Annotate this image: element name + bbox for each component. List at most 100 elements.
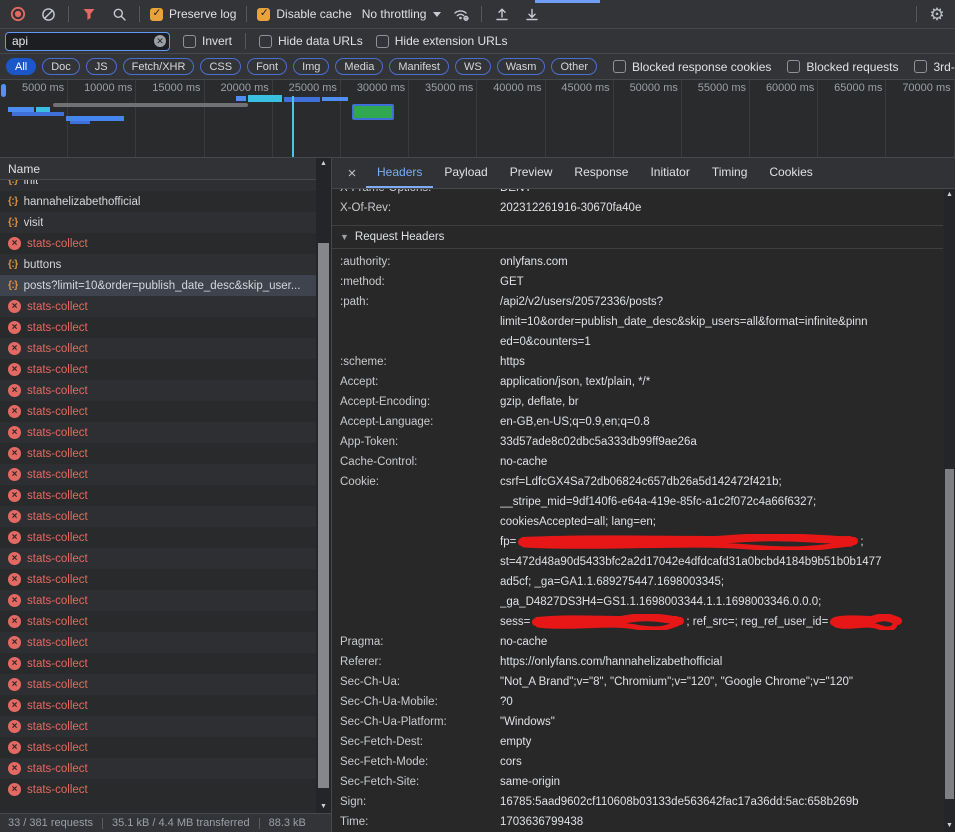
export-har-icon[interactable]	[522, 4, 542, 24]
request-row[interactable]: {:}buttons	[0, 254, 316, 275]
invert-checkbox[interactable]: Invert	[183, 34, 232, 48]
hide-data-urls-checkbox[interactable]: Hide data URLs	[259, 34, 363, 48]
chip-css[interactable]: CSS	[200, 58, 241, 75]
request-row[interactable]: ×stats-collect	[0, 611, 316, 632]
request-row[interactable]: ×stats-collect	[0, 674, 316, 695]
network-overview[interactable]: 5000 ms10000 ms15000 ms20000 ms25000 ms3…	[0, 80, 955, 158]
disable-cache-checkbox[interactable]: Disable cache	[257, 7, 351, 21]
header-row: Cache-Control:no-cache	[332, 452, 943, 472]
close-details-icon[interactable]: ×	[338, 158, 366, 188]
request-row[interactable]: ×stats-collect	[0, 779, 316, 800]
name-column-header[interactable]: Name	[0, 158, 331, 180]
request-row[interactable]: ×stats-collect	[0, 443, 316, 464]
search-icon[interactable]	[109, 4, 129, 24]
tab-preview[interactable]: Preview	[499, 158, 564, 188]
request-row[interactable]: ×stats-collect	[0, 338, 316, 359]
chip-font[interactable]: Font	[247, 58, 287, 75]
filter-input[interactable]	[5, 32, 170, 51]
header-row: Pragma:no-cache	[332, 632, 943, 652]
checkbox-3rd-party-requests[interactable]: 3rd-party requests	[914, 60, 955, 74]
hide-extension-urls-checkbox[interactable]: Hide extension URLs	[376, 34, 508, 48]
request-row[interactable]: × stats-collect	[0, 695, 316, 716]
tab-cookies[interactable]: Cookies	[758, 158, 823, 188]
checkbox-blocked-requests[interactable]: Blocked requests	[787, 60, 898, 74]
request-row[interactable]: ×stats-collect	[0, 737, 316, 758]
chip-manifest[interactable]: Manifest	[389, 58, 449, 75]
request-name: hannahelizabethofficial	[24, 196, 141, 208]
request-name: stats-collect	[27, 301, 88, 313]
request-row[interactable]: ×stats-collect	[0, 422, 316, 443]
redaction-scribble	[830, 614, 902, 630]
request-row[interactable]: ×stats-collect	[0, 632, 316, 653]
error-icon: ×	[8, 741, 21, 754]
request-row[interactable]: ×stats-collect	[0, 653, 316, 674]
settings-gear-icon[interactable]: ⚙	[927, 4, 947, 24]
selected-range-handle[interactable]	[1, 84, 6, 97]
tab-headers[interactable]: Headers	[366, 158, 433, 188]
chip-js[interactable]: JS	[86, 58, 117, 75]
request-row[interactable]: {:}init	[0, 180, 316, 191]
request-row[interactable]: ×stats-collect	[0, 401, 316, 422]
details-scrollbar[interactable]: ▲ ▼	[944, 189, 955, 832]
tab-initiator[interactable]: Initiator	[639, 158, 700, 188]
request-row[interactable]: ×stats-collect	[0, 716, 316, 737]
request-list-scrollbar[interactable]: ▲ ▼	[316, 158, 331, 813]
chip-media[interactable]: Media	[335, 58, 383, 75]
tab-timing[interactable]: Timing	[701, 158, 759, 188]
error-icon: ×	[8, 699, 21, 712]
chip-all[interactable]: All	[6, 58, 36, 75]
request-row[interactable]: {:}hannahelizabethofficial	[0, 191, 316, 212]
header-value: onlyfans.com	[500, 252, 943, 272]
request-row[interactable]: {:}posts?limit=10&order=publish_date_des…	[0, 275, 316, 296]
request-row[interactable]: {:}visit	[0, 212, 316, 233]
chip-doc[interactable]: Doc	[42, 58, 80, 75]
network-conditions-icon[interactable]	[451, 4, 471, 24]
chip-ws[interactable]: WS	[455, 58, 491, 75]
request-row[interactable]: ×stats-collect	[0, 296, 316, 317]
request-row[interactable]: ×stats-collect	[0, 590, 316, 611]
request-name: stats-collect	[27, 784, 88, 796]
request-row[interactable]: ×stats-collect	[0, 317, 316, 338]
scroll-down-icon[interactable]: ▼	[320, 801, 327, 813]
chip-img[interactable]: Img	[293, 58, 329, 75]
throttling-dropdown[interactable]: No throttling	[362, 7, 442, 21]
scroll-down-icon[interactable]: ▼	[946, 820, 953, 832]
import-har-icon[interactable]	[492, 4, 512, 24]
preserve-log-checkbox[interactable]: Preserve log	[150, 7, 236, 21]
record-button[interactable]	[8, 4, 28, 24]
checkbox-blocked-response-cookies[interactable]: Blocked response cookies	[613, 60, 771, 74]
request-row[interactable]: ×stats-collect	[0, 506, 316, 527]
request-headers-section[interactable]: ▼ Request Headers	[332, 225, 943, 249]
scrollbar-thumb[interactable]	[318, 243, 329, 788]
resource-type-bar: All Doc JS Fetch/XHR CSS Font Img Media Manifest…	[0, 54, 955, 80]
chip-other[interactable]: Other	[551, 58, 597, 75]
header-row: :authority:onlyfans.com	[332, 252, 943, 272]
header-row: Sec-Ch-Ua:"Not_A Brand";v="8", "Chromium…	[332, 672, 943, 692]
scroll-up-icon[interactable]: ▲	[320, 158, 327, 170]
filter-toggle-icon[interactable]	[79, 4, 99, 24]
error-icon: ×	[8, 531, 21, 544]
request-row[interactable]: ×stats-collect	[0, 527, 316, 548]
request-row[interactable]: ×stats-collect	[0, 233, 316, 254]
error-icon: ×	[8, 762, 21, 775]
request-row[interactable]: ×stats-collect	[0, 485, 316, 506]
request-row[interactable]: ×stats-collect	[0, 464, 316, 485]
header-name: App-Token:	[340, 432, 500, 452]
request-row[interactable]: ×stats-collect	[0, 548, 316, 569]
tab-payload[interactable]: Payload	[433, 158, 498, 188]
header-value-line: cors	[500, 752, 943, 772]
clear-button[interactable]	[38, 4, 58, 24]
chip-fetch-xhr[interactable]: Fetch/XHR	[123, 58, 195, 75]
scroll-up-icon[interactable]: ▲	[946, 189, 953, 201]
request-row[interactable]: ×stats-collect	[0, 359, 316, 380]
scrollbar-thumb[interactable]	[945, 469, 954, 799]
request-row[interactable]: ×stats-collect	[0, 380, 316, 401]
request-name: stats-collect	[27, 700, 88, 712]
request-row[interactable]: ×stats-collect	[0, 569, 316, 590]
header-value-line: en-GB,en-US;q=0.9,en;q=0.8	[500, 412, 943, 432]
request-row[interactable]: ×stats-collect	[0, 758, 316, 779]
clear-filter-icon[interactable]: ✕	[154, 35, 166, 47]
chip-wasm[interactable]: Wasm	[497, 58, 546, 75]
header-name: Referer:	[340, 652, 500, 672]
tab-response[interactable]: Response	[563, 158, 639, 188]
